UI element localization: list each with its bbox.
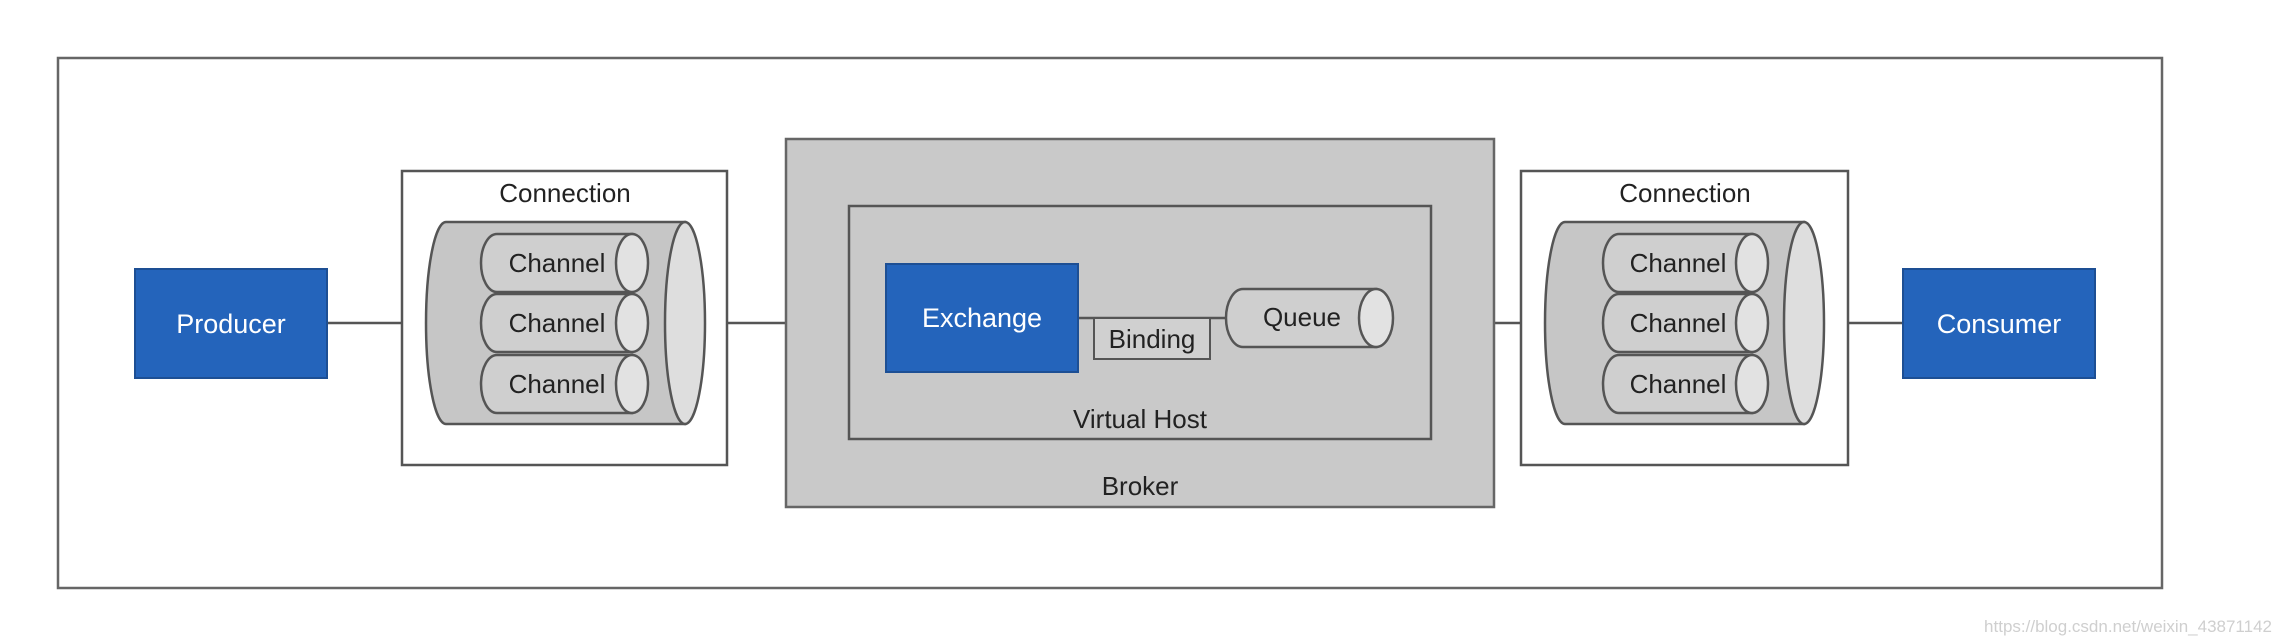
channel-label: Channel (509, 308, 606, 338)
binding-node: Binding (1093, 317, 1211, 360)
consumer-label: Consumer (1937, 309, 2062, 339)
connection-right: Connection Channel Channel Channel (1519, 169, 1850, 467)
virtual-host: Virtual Host Exchange Binding Queue (847, 204, 1433, 441)
channel-cylinder: Channel (479, 353, 650, 415)
consumer-node: Consumer (1902, 268, 2096, 379)
broker: Broker Virtual Host Exchange Binding Que… (784, 137, 1496, 509)
channel-cylinder: Channel (479, 292, 650, 354)
channel-label: Channel (1630, 308, 1727, 338)
exchange-label: Exchange (922, 303, 1042, 333)
channel-label: Channel (1630, 248, 1727, 278)
channel-cylinder: Channel (479, 232, 650, 294)
queue-label: Queue (1263, 302, 1341, 332)
channel-label: Channel (1630, 369, 1727, 399)
channel-label: Channel (509, 369, 606, 399)
channel-cylinder: Channel (1601, 232, 1770, 294)
connection-left-label: Connection (499, 178, 631, 208)
exchange-node: Exchange (885, 263, 1079, 373)
channel-cylinder: Channel (1601, 353, 1770, 415)
rabbitmq-architecture-diagram: Producer Connection Channel Channel Chan… (56, 56, 2272, 636)
connection-right-label: Connection (1619, 178, 1751, 208)
virtual-host-label: Virtual Host (1073, 404, 1208, 434)
binding-label: Binding (1109, 324, 1196, 354)
watermark: https://blog.csdn.net/weixin_43871142 (1984, 617, 2272, 636)
broker-label: Broker (1102, 471, 1179, 501)
queue-node: Queue (1224, 287, 1395, 349)
producer-node: Producer (134, 268, 328, 379)
channel-cylinder: Channel (1601, 292, 1770, 354)
channel-label: Channel (509, 248, 606, 278)
producer-label: Producer (176, 309, 286, 339)
connection-left: Connection Channel Channel Channel (400, 169, 729, 467)
